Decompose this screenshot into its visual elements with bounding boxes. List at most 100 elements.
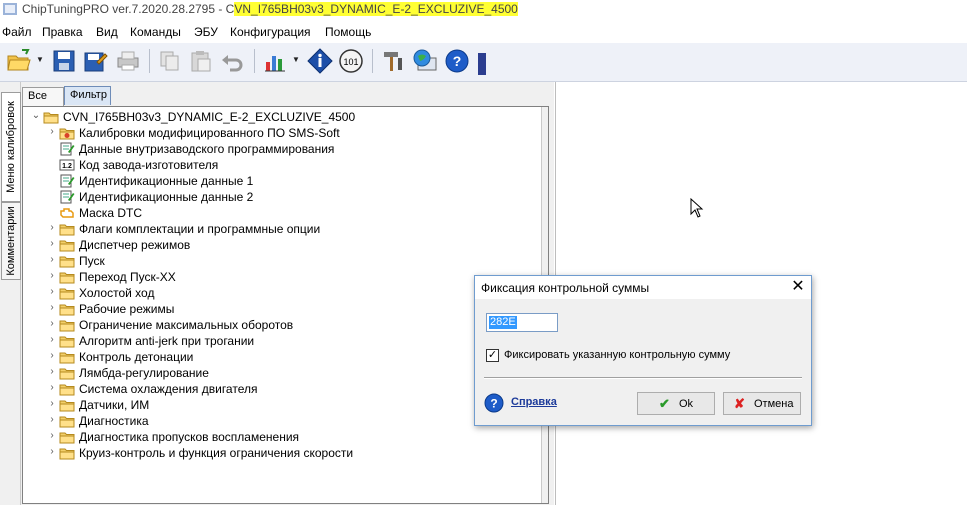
cancel-button[interactable]: ✘ Отмена — [723, 392, 801, 415]
svg-text:?: ? — [453, 53, 462, 69]
svg-text:101: 101 — [343, 57, 358, 67]
folder-icon — [59, 222, 75, 236]
dialog-title: Фиксация контрольной суммы — [481, 281, 650, 295]
edit-doc-icon — [59, 174, 75, 188]
fix-checksum-label[interactable]: Фиксировать указанную контрольную сумму — [504, 349, 730, 361]
menu-commands[interactable]: Команды — [130, 25, 181, 39]
folder-icon — [59, 350, 75, 364]
fix-checksum-checkbox[interactable]: ✓ — [486, 349, 499, 362]
tree-item-label: Калибровки модифицированного ПО SMS-Soft — [79, 126, 340, 140]
folder-icon — [59, 446, 75, 460]
tree-item-label: Диагностика пропусков воспламенения — [79, 430, 300, 444]
chart-icon[interactable] — [262, 48, 288, 74]
calibration-tree[interactable]: ⌄ CVN_I765BH03v3_DYNAMIC_E-2_EXCLUZIVE_45… — [22, 106, 549, 504]
expand-arrow-icon[interactable]: › — [47, 286, 57, 297]
tree-item-label: Код завода-изготовителя — [79, 158, 219, 172]
side-tab-strip: Меню калибровок Комментарии — [0, 82, 21, 505]
tab-all[interactable]: Все — [22, 87, 64, 106]
tree-item-label: Контроль детонации — [79, 350, 194, 364]
folder-icon — [59, 398, 75, 412]
tree-item-label: Флаги комплектации и программные опции — [79, 222, 321, 236]
cancel-button-label: Отмена — [754, 398, 794, 410]
expand-arrow-icon[interactable]: › — [47, 382, 57, 393]
expand-arrow-icon[interactable]: › — [47, 254, 57, 265]
tree-item-label: Алгоритм anti-jerk при трогании — [79, 334, 255, 348]
folder-open-icon — [43, 110, 59, 124]
tree-item-label: Рабочие режимы — [79, 302, 175, 316]
folder-icon — [59, 366, 75, 380]
expand-arrow-icon[interactable]: › — [47, 334, 57, 345]
calculator-icon[interactable]: 101 — [338, 48, 364, 74]
checksum-input[interactable]: 282E — [486, 313, 558, 332]
collapse-icon[interactable]: ⌄ — [31, 110, 41, 121]
tab-comments-label: Комментарии — [5, 206, 17, 276]
edit-doc-icon — [59, 190, 75, 204]
expand-arrow-icon[interactable]: › — [47, 270, 57, 281]
toolbar-separator — [372, 49, 373, 73]
svg-text:1.2: 1.2 — [62, 163, 72, 170]
open-folder-icon[interactable] — [6, 48, 32, 74]
expand-arrow-icon[interactable]: › — [47, 430, 57, 441]
folder-icon — [59, 382, 75, 396]
tools-icon[interactable] — [380, 48, 406, 74]
tree-item-label: Ограничение максимальных оборотов — [79, 318, 294, 332]
checkmark-icon: ✔ — [659, 396, 670, 411]
tree-item-label: Идентификационные данные 2 — [79, 190, 254, 204]
tab-calibration-menu-label: Меню калибровок — [5, 101, 17, 193]
tab-filter[interactable]: Фильтр — [64, 86, 111, 105]
tree-item-label: Диспетчер режимов — [79, 238, 191, 252]
edit-doc-icon — [59, 142, 75, 156]
expand-arrow-icon[interactable]: › — [47, 222, 57, 233]
expand-arrow-icon[interactable]: › — [47, 414, 57, 425]
ok-button-label: Ok — [679, 398, 694, 410]
tree-item-label: Датчики, ИМ — [79, 398, 150, 412]
info-diamond-icon[interactable] — [307, 48, 333, 74]
expand-arrow-icon[interactable]: › — [47, 238, 57, 249]
globe-monitor-icon[interactable] — [412, 48, 438, 74]
tab-comments[interactable]: Комментарии — [1, 202, 21, 280]
save-as-icon[interactable] — [82, 48, 108, 74]
expand-arrow-icon[interactable]: › — [47, 398, 57, 409]
tree-item-label: Переход Пуск-XX — [79, 270, 176, 284]
undo-icon[interactable] — [220, 48, 246, 74]
save-icon[interactable] — [51, 48, 77, 74]
close-icon[interactable]: ✕ — [789, 278, 807, 296]
menu-view[interactable]: Вид — [96, 25, 118, 39]
tree-item-label: Холостой ход — [79, 286, 155, 300]
menu-configuration[interactable]: Конфигурация — [230, 25, 311, 39]
expand-arrow-icon[interactable]: › — [47, 302, 57, 313]
checksum-dialog: Фиксация контрольной суммы ✕ 282E ✓ Фикс… — [474, 275, 812, 426]
help-icon[interactable]: ? — [484, 393, 504, 413]
window-title: ChipTuningPRO ver.7.2020.28.2795 - CVN_I… — [22, 2, 518, 16]
help-link[interactable]: Справка — [511, 396, 557, 408]
app-icon — [3, 3, 17, 15]
folder-icon — [59, 254, 75, 268]
menu-file[interactable]: Файл — [2, 25, 32, 39]
chart-dropdown-icon[interactable]: ▼ — [292, 55, 300, 64]
expand-arrow-icon[interactable]: › — [47, 446, 57, 457]
menu-ecu[interactable]: ЭБУ — [194, 25, 218, 39]
menu-help[interactable]: Помощь — [325, 25, 371, 39]
copy-icon[interactable] — [157, 48, 183, 74]
expand-arrow-icon[interactable]: › — [47, 350, 57, 361]
expand-arrow-icon[interactable]: › — [47, 318, 57, 329]
dialog-divider — [484, 377, 802, 379]
tree-item-label: Данные внутризаводского программирования — [79, 142, 335, 156]
tree-item-label: Диагностика — [79, 414, 149, 428]
ok-button[interactable]: ✔ Ok — [637, 392, 715, 415]
tab-calibration-menu[interactable]: Меню калибровок — [1, 92, 21, 202]
tree-item-label: Идентификационные данные 1 — [79, 174, 254, 188]
folder-star-icon — [59, 126, 75, 140]
menu-edit[interactable]: Правка — [42, 25, 83, 39]
open-dropdown-icon[interactable]: ▼ — [36, 55, 44, 64]
toolbar-overflow-grip[interactable] — [478, 53, 486, 75]
tree-item-label: Круиз-контроль и функция ограничения ско… — [79, 446, 354, 460]
help-icon[interactable]: ? — [444, 48, 470, 74]
paste-icon[interactable] — [188, 48, 214, 74]
folder-icon — [59, 414, 75, 428]
engine-icon — [59, 206, 75, 220]
expand-arrow-icon[interactable]: › — [47, 366, 57, 377]
print-icon[interactable] — [115, 48, 141, 74]
expand-arrow-icon[interactable]: › — [47, 126, 57, 137]
folder-icon — [59, 430, 75, 444]
